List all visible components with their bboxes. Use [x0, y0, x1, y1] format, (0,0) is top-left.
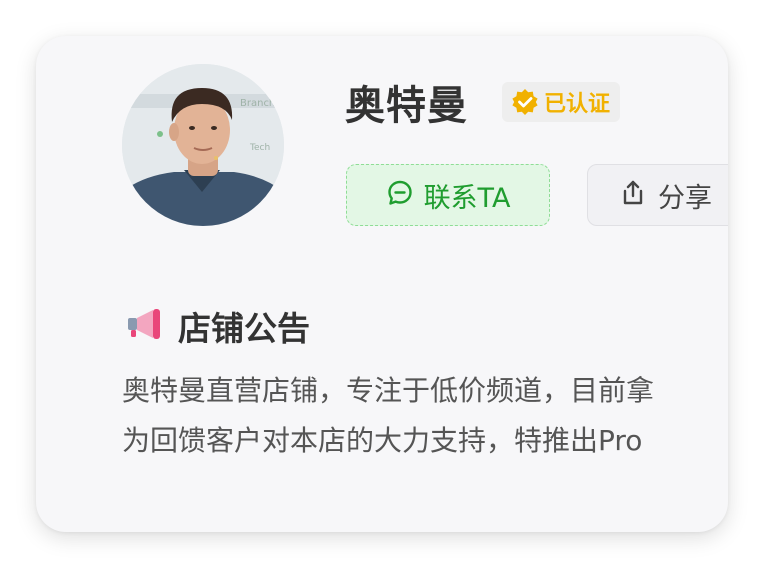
- share-icon: [620, 179, 646, 211]
- share-button-label: 分享: [658, 182, 712, 214]
- contact-button-label: 联系TA: [423, 182, 511, 214]
- contact-button[interactable]: 联系TA: [346, 164, 550, 226]
- notice-line: 奥特曼直营店铺，专注于低价频道，目前拿: [122, 374, 655, 407]
- notice-title: 店铺公告: [178, 309, 310, 348]
- svg-text:Tech: Tech: [249, 143, 270, 153]
- verified-badge-icon: [510, 87, 540, 117]
- chat-bubble-icon: [386, 179, 414, 211]
- verified-label: 已认证: [544, 92, 611, 117]
- store-owner-name: 奥特曼: [345, 83, 468, 129]
- avatar[interactable]: Branch Tech: [122, 64, 284, 226]
- megaphone-icon: [126, 307, 164, 345]
- notice-body: 奥特曼直营店铺，专注于低价频道，目前拿 为回馈客户对本店的大力支持，特推出Pro: [122, 366, 728, 466]
- store-profile-card: Branch Tech 奥特曼 已认证 联系TA 分享 店铺公告 奥特曼直营店铺…: [36, 36, 728, 532]
- verified-badge: 已认证: [502, 82, 621, 122]
- avatar-image: Branch Tech: [122, 64, 284, 226]
- notice-line: 为回馈客户对本店的大力支持，特推出Pro: [122, 424, 643, 457]
- share-button[interactable]: 分享: [587, 164, 728, 226]
- notice-header: 店铺公告: [126, 302, 310, 350]
- svg-text:Branch: Branch: [240, 98, 275, 109]
